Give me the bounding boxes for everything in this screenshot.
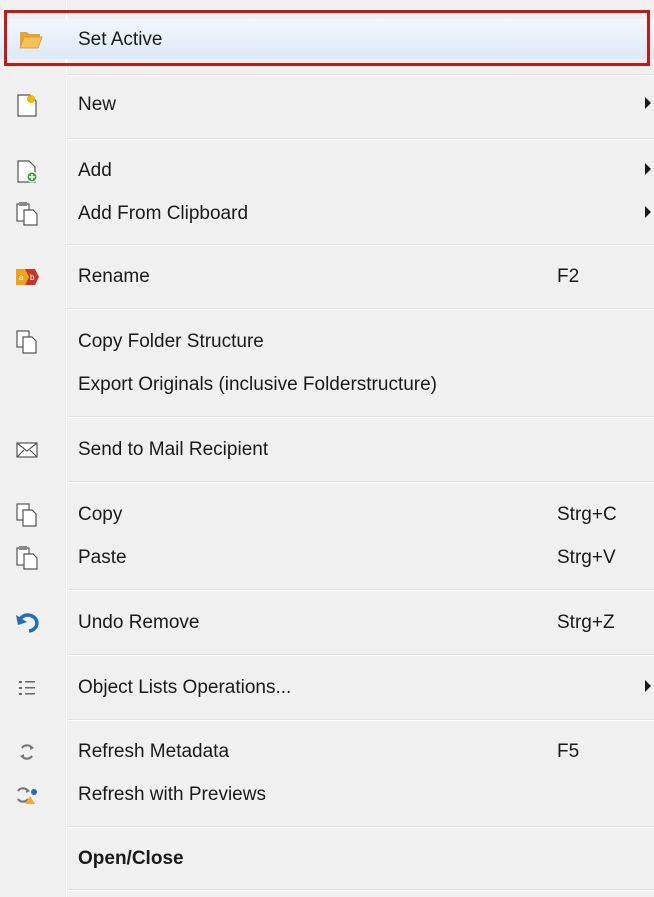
copy-icon bbox=[16, 503, 37, 527]
menu-item-export-originals[interactable]: Export Originals (inclusive Folderstruct… bbox=[0, 364, 654, 404]
list-icon bbox=[19, 681, 35, 695]
menu-item-add[interactable]: Add bbox=[0, 150, 654, 190]
menu-separator bbox=[68, 244, 654, 246]
menu-separator bbox=[68, 826, 654, 828]
menu-item-label: Send to Mail Recipient bbox=[78, 439, 269, 460]
clipboard-add-icon bbox=[16, 202, 38, 226]
menu-separator bbox=[68, 589, 654, 591]
menu-separator bbox=[68, 138, 654, 140]
menu-separator bbox=[68, 74, 654, 76]
menu-separator bbox=[68, 889, 654, 891]
menu-item-send-to-mail[interactable]: Send to Mail Recipient bbox=[0, 429, 654, 469]
copy-structure-icon bbox=[16, 330, 37, 354]
menu-item-paste[interactable]: Paste Strg+V bbox=[0, 537, 654, 577]
undo-icon bbox=[16, 613, 39, 633]
menu-item-shortcut: Strg+C bbox=[557, 504, 617, 525]
submenu-arrow-icon bbox=[645, 97, 651, 109]
menu-item-add-from-clipboard[interactable]: Add From Clipboard bbox=[0, 193, 654, 233]
submenu-arrow-icon bbox=[645, 206, 651, 218]
menu-separator bbox=[68, 308, 654, 310]
menu-item-copy[interactable]: Copy Strg+C bbox=[0, 494, 654, 534]
menu-item-refresh-metadata[interactable]: Refresh Metadata F5 bbox=[0, 731, 654, 771]
menu-item-shortcut: F2 bbox=[557, 266, 580, 287]
menu-item-label: Add bbox=[78, 160, 112, 181]
menu-item-label: New bbox=[78, 94, 117, 115]
refresh-icon bbox=[20, 744, 34, 760]
svg-text:b: b bbox=[30, 273, 35, 282]
menu-item-object-lists-operations[interactable]: Object Lists Operations... bbox=[0, 667, 654, 707]
menu-item-copy-folder-structure[interactable]: Copy Folder Structure bbox=[0, 321, 654, 361]
paste-icon bbox=[16, 546, 38, 570]
menu-separator bbox=[68, 654, 654, 656]
menu-item-shortcut: Strg+V bbox=[557, 547, 616, 568]
menu-item-label: Open/Close bbox=[78, 848, 184, 869]
menu-separator bbox=[68, 719, 654, 721]
menu-item-label: Export Originals (inclusive Folderstruct… bbox=[78, 374, 438, 395]
menu-item-label: Add From Clipboard bbox=[78, 203, 249, 224]
menu-item-refresh-with-previews[interactable]: Refresh with Previews bbox=[0, 774, 654, 814]
menu-item-label: Copy bbox=[78, 504, 123, 525]
submenu-arrow-icon bbox=[645, 680, 651, 692]
svg-text:a: a bbox=[19, 273, 24, 282]
menu-item-label: Paste bbox=[78, 547, 127, 568]
menu-item-label: Refresh with Previews bbox=[78, 784, 266, 805]
context-menu: Set Active New Add Add From Clipboard a … bbox=[0, 0, 654, 897]
menu-item-shortcut: F5 bbox=[557, 741, 580, 762]
menu-item-undo-remove[interactable]: Undo Remove Strg+Z bbox=[0, 602, 654, 642]
menu-item-label: Refresh Metadata bbox=[78, 741, 230, 762]
highlight-frame bbox=[4, 10, 650, 66]
menu-separator bbox=[68, 416, 654, 418]
menu-separator bbox=[68, 481, 654, 483]
mail-icon bbox=[16, 442, 38, 458]
menu-item-rename[interactable]: a b Rename F2 bbox=[0, 256, 654, 296]
rename-ab-icon: a b bbox=[16, 269, 39, 285]
submenu-arrow-icon bbox=[645, 163, 651, 175]
refresh-previews-icon bbox=[17, 787, 37, 804]
menu-item-new[interactable]: New bbox=[0, 84, 654, 124]
menu-item-label: Copy Folder Structure bbox=[78, 331, 264, 352]
menu-item-label: Rename bbox=[78, 266, 150, 287]
menu-item-label: Object Lists Operations... bbox=[78, 677, 292, 698]
add-document-icon bbox=[17, 160, 38, 183]
menu-item-shortcut: Strg+Z bbox=[557, 612, 615, 633]
menu-item-label: Undo Remove bbox=[78, 612, 200, 633]
menu-item-open-close[interactable]: Open/Close bbox=[0, 838, 654, 878]
new-document-icon bbox=[17, 94, 37, 117]
